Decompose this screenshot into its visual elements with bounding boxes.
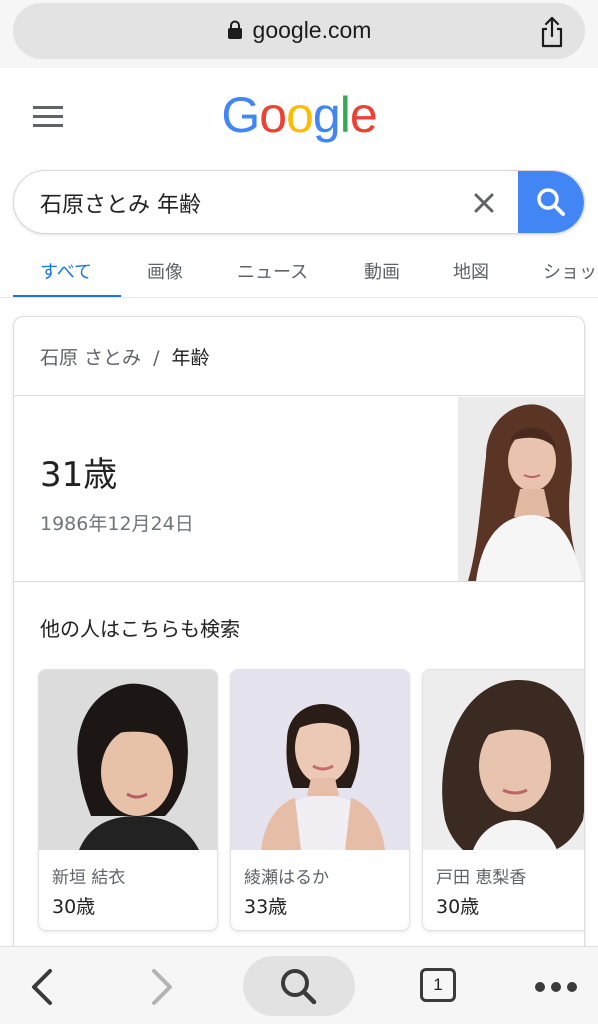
related-person-card[interactable]: 綾瀬はるか 33歳 [230, 669, 410, 931]
url-text: google.com [252, 17, 372, 43]
google-logo-letter: G [221, 87, 260, 143]
browser-toolbar: 1 [0, 946, 598, 1024]
knowledge-card: 石原 さとみ / 年齢 31歳 1986年12月24日 他の人はこちらも検索 新… [13, 316, 585, 956]
breadcrumb: 石原 さとみ / 年齢 [40, 343, 210, 370]
google-logo-letter: g [312, 87, 341, 143]
search-input[interactable] [40, 187, 460, 219]
entity-photo[interactable] [458, 397, 584, 581]
url-display[interactable]: google.com [13, 17, 585, 44]
related-heading: 他の人はこちらも検索 [40, 617, 240, 641]
person-photo [423, 670, 584, 850]
breadcrumb-separator: / [153, 347, 160, 369]
card-divider [14, 395, 584, 396]
breadcrumb-entity[interactable]: 石原 さとみ [40, 347, 141, 369]
search-icon [281, 969, 317, 1005]
breadcrumb-attribute: 年齢 [171, 347, 210, 369]
related-person-card[interactable]: 戸田 恵梨香 30歳 [422, 669, 584, 931]
forward-icon[interactable] [146, 967, 176, 1007]
tab-videos[interactable]: 動画 [364, 258, 400, 284]
tab-all[interactable]: すべて [40, 258, 92, 284]
person-photo [231, 670, 409, 850]
tabs-divider [0, 297, 598, 298]
related-person-card[interactable]: 新垣 結衣 30歳 [38, 669, 218, 931]
more-options-icon[interactable] [534, 981, 578, 993]
person-age: 33歳 [244, 896, 288, 918]
google-logo-letter: e [349, 87, 378, 143]
address-bar[interactable]: google.com [13, 3, 585, 59]
search-icon [537, 188, 565, 216]
tabs-count-button[interactable]: 1 [420, 968, 456, 1002]
google-logo-letter: o [259, 87, 287, 143]
search-button[interactable] [518, 171, 584, 233]
card-divider [14, 581, 584, 582]
person-name: 新垣 結衣 [52, 868, 126, 888]
browser-top-bar: google.com [0, 0, 598, 68]
lock-icon [227, 20, 242, 39]
page: google.com Google すべて 画像 ニュース [0, 0, 598, 1024]
age-answer: 31歳 [40, 455, 118, 495]
search-box [13, 170, 585, 234]
share-icon[interactable] [539, 16, 565, 48]
clear-icon[interactable] [472, 191, 496, 215]
person-photo [39, 670, 217, 850]
toolbar-search-button[interactable] [243, 956, 355, 1016]
google-logo[interactable]: Google [0, 86, 598, 144]
tab-maps[interactable]: 地図 [453, 258, 489, 284]
person-age: 30歳 [52, 896, 96, 918]
google-logo-letter: l [339, 87, 351, 143]
search-tabs: すべて 画像 ニュース 動画 地図 ショッ [0, 252, 598, 298]
back-icon[interactable] [28, 967, 58, 1007]
tab-news[interactable]: ニュース [237, 258, 308, 284]
google-logo-letter: o [286, 87, 314, 143]
tab-shopping[interactable]: ショッ [543, 258, 597, 284]
tab-images[interactable]: 画像 [147, 258, 183, 284]
person-age: 30歳 [436, 896, 480, 918]
person-name: 戸田 恵梨香 [436, 868, 527, 888]
birth-date: 1986年12月24日 [40, 513, 194, 535]
person-name: 綾瀬はるか [244, 868, 329, 888]
